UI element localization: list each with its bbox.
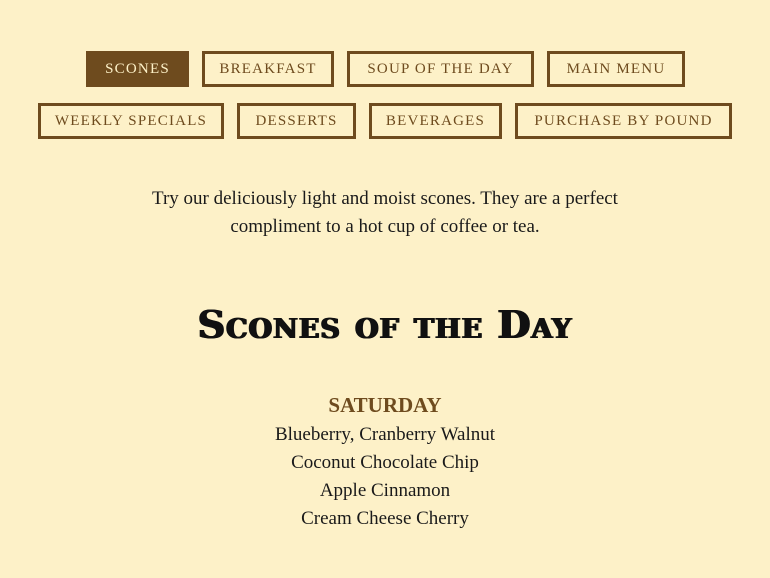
tab-purchase-by-pound[interactable]: PURCHASE BY POUND	[515, 103, 732, 139]
list-item: Apple Cinnamon	[319, 480, 451, 501]
tab-soup-of-the-day[interactable]: SOUP OF THE DAY	[347, 51, 534, 87]
scone-list: Blueberry, Cranberry Walnut Coconut Choc…	[0, 421, 770, 533]
tab-scones[interactable]: SCONES	[86, 51, 189, 87]
list-item: Coconut Chocolate Chip	[291, 452, 479, 473]
tab-beverages[interactable]: BEVERAGES	[369, 103, 502, 139]
list-item: Cream Cheese Cherry	[301, 508, 469, 529]
intro-text: Try our deliciously light and moist scon…	[152, 188, 618, 237]
tab-desserts[interactable]: DESSERTS	[237, 103, 356, 139]
section-title: Scones of the Day	[197, 302, 573, 347]
list-item: Blueberry, Cranberry Walnut	[274, 424, 496, 445]
day-heading: SATURDAY	[328, 393, 442, 417]
tab-breakfast[interactable]: BREAKFAST	[202, 51, 334, 87]
tab-weekly-specials[interactable]: WEEKLY SPECIALS	[38, 103, 224, 139]
tab-main-menu[interactable]: MAIN MENU	[547, 51, 685, 87]
